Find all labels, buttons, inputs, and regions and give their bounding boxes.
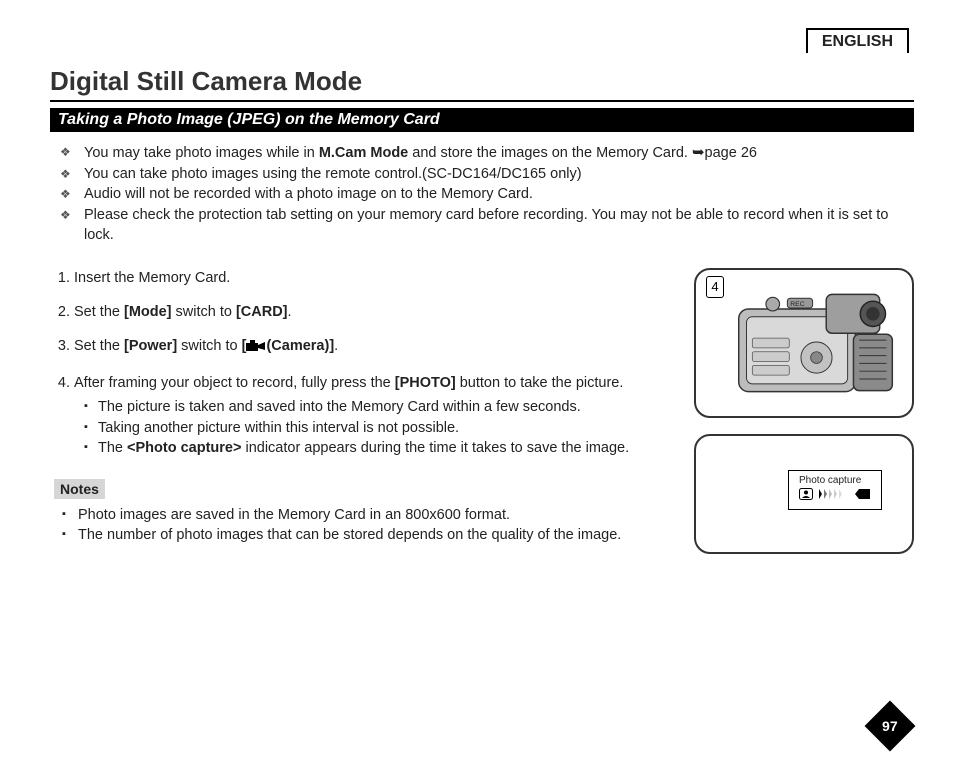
capture-icons — [799, 488, 871, 503]
sub-item: The <Photo capture> indicator appears du… — [88, 438, 672, 459]
notes-list: Photo images are saved in the Memory Car… — [50, 505, 672, 546]
text: and store the images on the Memory Card. — [408, 145, 692, 161]
capture-label: Photo capture — [799, 475, 871, 486]
intro-item: Please check the protection tab setting … — [70, 205, 914, 246]
camera-illustration: REC — [696, 270, 912, 416]
text-bold: M.Cam Mode — [319, 145, 408, 161]
page-ref-arrow-icon: ➥ — [692, 144, 705, 161]
text: switch to — [172, 304, 236, 320]
notes-label: Notes — [54, 479, 105, 499]
text: switch to — [177, 338, 241, 354]
instructions-column: Insert the Memory Card. Set the [Mode] s… — [50, 268, 672, 554]
page-number-badge: 97 — [865, 701, 916, 752]
sub-item: Taking another picture within this inter… — [88, 418, 672, 439]
intro-item: Audio will not be recorded with a photo … — [70, 184, 914, 205]
figures-column: 4 REC — [694, 268, 914, 554]
step-item: Set the [Mode] switch to [CARD]. — [74, 302, 672, 322]
text: . — [288, 304, 292, 320]
note-item: The number of photo images that can be s… — [58, 525, 672, 546]
text: . — [334, 338, 338, 354]
text: Set the — [74, 304, 124, 320]
portrait-icon — [799, 488, 813, 503]
step-item: After framing your object to record, ful… — [74, 373, 672, 459]
steps-list: Insert the Memory Card. Set the [Mode] s… — [50, 268, 672, 459]
step-item: Set the [Power] switch to [(Camera)]. — [74, 336, 672, 358]
text: button to take the picture. — [456, 375, 624, 391]
text: indicator appears during the time it tak… — [241, 440, 629, 456]
text: After framing your object to record, ful… — [74, 375, 395, 391]
page-title: Digital Still Camera Mode — [50, 66, 914, 98]
text: You may take photo images while in — [84, 145, 319, 161]
sub-list: The picture is taken and saved into the … — [74, 397, 672, 459]
camera-icon — [246, 338, 266, 358]
main-row: Insert the Memory Card. Set the [Mode] s… — [50, 268, 914, 554]
section-heading: Taking a Photo Image (JPEG) on the Memor… — [50, 108, 914, 132]
sub-item: The picture is taken and saved into the … — [88, 397, 672, 418]
text-bold: [PHOTO] — [395, 375, 456, 391]
text: The — [98, 440, 127, 456]
figure-screen: Photo capture — [694, 434, 914, 554]
text-bold: <Photo capture> — [127, 440, 241, 456]
text-bold: [CARD] — [236, 304, 288, 320]
card-icon — [855, 488, 871, 503]
text-bold: [Power] — [124, 338, 177, 354]
intro-item: You may take photo images while in M.Cam… — [70, 142, 914, 164]
title-rule — [50, 100, 914, 102]
text: Set the — [74, 338, 124, 354]
text-bold: (Camera)] — [266, 338, 334, 354]
intro-item: You can take photo images using the remo… — [70, 164, 914, 185]
note-item: Photo images are saved in the Memory Car… — [58, 505, 672, 526]
svg-text:REC: REC — [790, 301, 804, 308]
figure-camera: 4 REC — [694, 268, 914, 418]
text-bold: [Mode] — [124, 304, 172, 320]
page-ref: page 26 — [705, 145, 757, 161]
page-number: 97 — [882, 718, 898, 734]
photo-capture-indicator: Photo capture — [788, 470, 882, 510]
language-tab: ENGLISH — [806, 28, 909, 53]
intro-list: You may take photo images while in M.Cam… — [50, 142, 914, 246]
step-item: Insert the Memory Card. — [74, 268, 672, 288]
progress-icon — [819, 488, 849, 503]
